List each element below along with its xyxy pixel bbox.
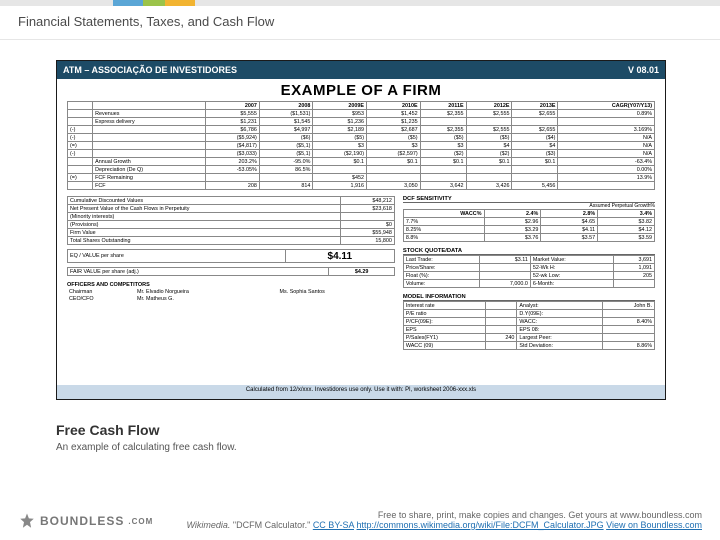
- accent-ribbon: [0, 0, 720, 6]
- footer: BOUNDLESS.COM Free to share, print, make…: [0, 510, 720, 530]
- page-title: Financial Statements, Taxes, and Cash Fl…: [0, 6, 720, 40]
- eqvalue-table: EQ / VALUE per share$4.11: [67, 249, 395, 263]
- fairvalue-table: FAIR VALUE per share (adj.)$4.29: [67, 267, 395, 276]
- model-info: MODEL INFORMATION Interest rateAnalyst:J…: [403, 294, 655, 350]
- caption-text: An example of calculating free cash flow…: [56, 442, 664, 453]
- caption-heading: Free Cash Flow: [56, 422, 664, 438]
- valuation-table: Cumulative Discounted Values$48,212Net P…: [67, 196, 395, 245]
- figure-title: EXAMPLE OF A FIRM: [57, 79, 665, 101]
- boundless-logo: BOUNDLESS.COM: [18, 512, 153, 530]
- source-url-link[interactable]: http://commons.wikimedia.org/wiki/File:D…: [357, 520, 604, 530]
- officers-block: OFFICERS AND COMPETITORS ChairmanMr. Elv…: [67, 282, 395, 302]
- figure-topbar-left: ATM – ASSOCIAÇÃO DE INVESTIDORES: [63, 65, 237, 75]
- view-on-boundless-link[interactable]: View on Boundless.com: [606, 520, 702, 530]
- dcf-sensitivity: DCF SENSITIVITY Assumed Perpetual Growth…: [403, 196, 655, 242]
- figure-dcf-calculator: ATM – ASSOCIAÇÃO DE INVESTIDORES V 08.01…: [56, 60, 666, 400]
- cc-license-link[interactable]: CC BY-SA: [313, 520, 354, 530]
- figure-disclaimer: Calculated from 12/x/xxx. Investidores u…: [57, 385, 665, 399]
- stock-quote: STOCK QUOTE/DATA Last Trade:$3.11Market …: [403, 248, 655, 288]
- figure-topbar-right: V 08.01: [628, 65, 659, 75]
- projection-table: 200720082009E2010E2011E2012E2013ECAGR(Y0…: [67, 101, 655, 190]
